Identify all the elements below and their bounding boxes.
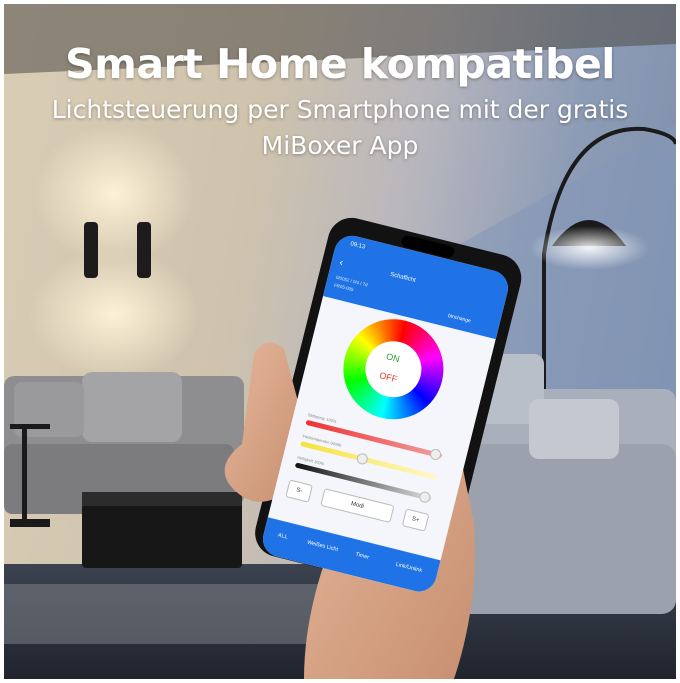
tab-all[interactable]: ALL [267,530,298,543]
speed-down-button[interactable]: S- [285,479,313,503]
headline: Smart Home kompatibel [65,40,615,88]
subheadline-line-2: MiBoxer App [261,131,419,160]
mode-button[interactable]: Modi [320,488,395,524]
subheadline-line-1: Lichtsteuerung per Smartphone mit der gr… [51,95,629,124]
subheadline: Lichtsteuerung per Smartphone mit der gr… [4,92,676,164]
color-temp-knob[interactable] [355,452,369,466]
wall-lamp-left [84,222,98,278]
tab-white-light[interactable]: Weißes Licht [302,539,342,554]
saturation-knob[interactable] [428,447,443,462]
wall-lamp-right [137,222,151,278]
tab-link-unlink[interactable]: Link/Unlink [384,559,434,577]
brightness-knob[interactable] [418,490,432,504]
power-center [359,335,428,404]
tab-timer[interactable]: Timer [347,550,378,563]
speed-up-button[interactable]: S+ [401,508,430,532]
product-photo: Smart Home kompatibel Lichtsteuerung per… [4,4,676,679]
color-wheel[interactable]: ON OFF [332,308,455,430]
